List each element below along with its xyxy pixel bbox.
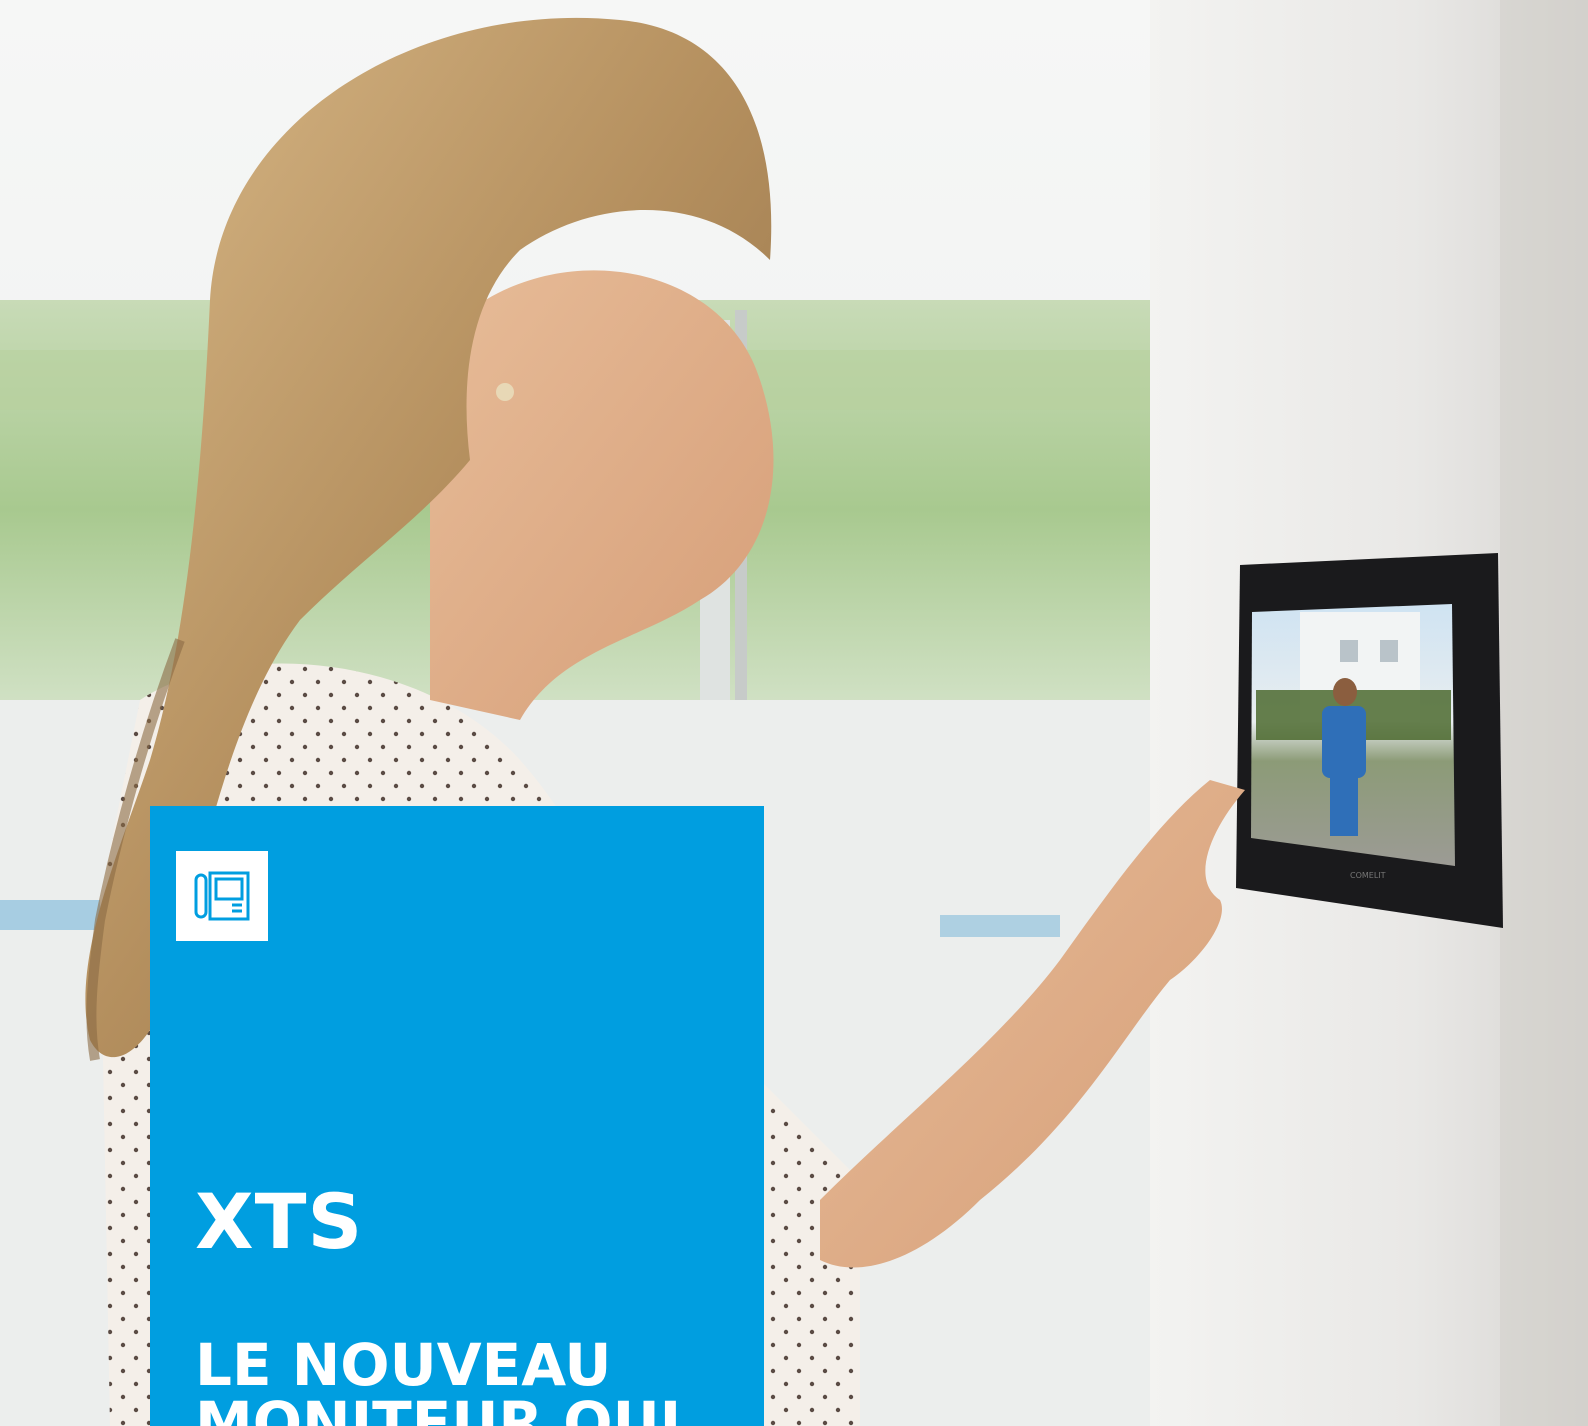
product-title: XTS bbox=[195, 1177, 364, 1266]
headline-line-2: MONITEUR QUI bbox=[195, 1389, 682, 1426]
svg-text:COMELIT: COMELIT bbox=[1350, 871, 1386, 880]
product-info-panel: XTS LE NOUVEAU MONITEUR QUI bbox=[150, 806, 764, 1426]
headline: LE NOUVEAU MONITEUR QUI bbox=[195, 1336, 681, 1426]
video-door-entry-icon bbox=[176, 851, 268, 941]
